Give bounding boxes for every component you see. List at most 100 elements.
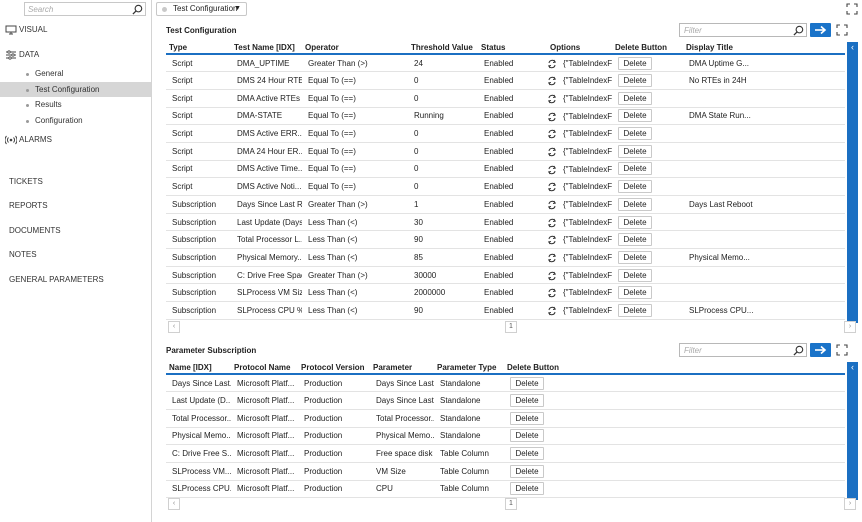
test-config-page-number[interactable]: 1	[505, 321, 517, 333]
table-row[interactable]: Script DMS Active Noti... Equal To (==) 0 En…	[166, 177, 845, 196]
refresh-icon[interactable]	[547, 218, 557, 228]
cell-options[interactable]: {"TableIndexFilt...	[547, 301, 612, 320]
cell-options[interactable]: {"TableIndexFilt...	[547, 195, 612, 214]
param-sub-scrollbar[interactable]: ‹	[847, 362, 858, 500]
refresh-icon[interactable]	[547, 182, 557, 192]
column-header-protocol-version[interactable]: Protocol Version	[298, 361, 370, 375]
refresh-icon[interactable]	[547, 94, 557, 104]
cell-options[interactable]: {"TableIndexFilt...	[547, 71, 612, 90]
search-icon[interactable]	[793, 25, 804, 36]
sidebar-subitem-general[interactable]: General	[0, 66, 151, 82]
table-row[interactable]: SubscriptionDays Since Last R...Greater …	[166, 195, 845, 214]
search-icon[interactable]	[132, 4, 143, 15]
test-config-filter-input[interactable]	[680, 24, 788, 36]
table-row[interactable]: Last Update (D... Microsoft Platf... Produ…	[166, 391, 845, 410]
refresh-icon[interactable]	[547, 306, 557, 316]
delete-button[interactable]: Delete	[618, 286, 652, 300]
cell-options[interactable]: {"TableIndexFilt...	[547, 89, 612, 108]
fullscreen-icon[interactable]	[846, 3, 858, 15]
column-header-operator[interactable]: Operator	[302, 41, 408, 55]
cell-options[interactable]: {"TableIndexFilt...	[547, 213, 612, 232]
sidebar-item-documents[interactable]: DOCUMENTS	[0, 219, 151, 243]
param-sub-page-number[interactable]: 1	[505, 498, 517, 510]
table-row[interactable]: Subscription Physical Memory... Less Than …	[166, 248, 845, 267]
delete-button[interactable]: Delete	[618, 91, 652, 105]
delete-button[interactable]: Delete	[510, 447, 544, 461]
table-row[interactable]: SLProcess CPU... Microsoft Platf... Produc…	[166, 480, 845, 499]
column-header-delete[interactable]: Delete Button	[504, 361, 845, 375]
sidebar-item-visual[interactable]: VISUAL	[0, 22, 151, 38]
test-config-filter[interactable]	[679, 23, 807, 37]
refresh-icon[interactable]	[547, 253, 557, 263]
delete-button[interactable]: Delete	[618, 250, 652, 264]
cell-options[interactable]: {"TableIndexFilt...	[547, 266, 612, 285]
sidebar-item-tickets[interactable]: TICKETS	[0, 170, 151, 194]
view-selector[interactable]: Test Configuration ▼	[156, 2, 247, 16]
table-row[interactable]: Subscription Last Update (Days) Less Than …	[166, 213, 845, 232]
delete-button[interactable]: Delete	[510, 429, 544, 443]
column-header-parameter-type[interactable]: Parameter Type	[434, 361, 504, 375]
param-sub-go-button[interactable]	[810, 343, 831, 357]
test-config-scroll-left[interactable]: ‹	[168, 321, 180, 333]
sidebar-subitem-results[interactable]: Results	[0, 97, 151, 113]
table-row[interactable]: Days Since Last... Microsoft Platf... Prod…	[166, 374, 845, 393]
table-row[interactable]: Physical Memo... Microsoft Platf... Produc…	[166, 427, 845, 446]
column-header-type[interactable]: Type	[166, 41, 231, 55]
expand-icon[interactable]	[836, 24, 848, 36]
column-header-parameter[interactable]: Parameter	[370, 361, 434, 375]
delete-button[interactable]: Delete	[618, 215, 652, 229]
column-header-name[interactable]: Name [IDX]	[166, 361, 231, 375]
delete-button[interactable]: Delete	[618, 127, 652, 141]
test-config-scroll-right[interactable]: ›	[844, 321, 856, 333]
delete-button[interactable]: Delete	[618, 162, 652, 176]
table-row[interactable]: SubscriptionC: Drive Free SpaceGreater T…	[166, 266, 845, 285]
column-header-test-name[interactable]: Test Name [IDX]	[231, 41, 302, 55]
table-row[interactable]: SubscriptionSLProcess CPU %...Less Than …	[166, 301, 845, 320]
cell-options[interactable]: {"TableIndexFilt...	[547, 230, 612, 250]
table-row[interactable]: SubscriptionSLProcess VM Siz...Less Than…	[166, 283, 845, 303]
sidebar-item-data[interactable]: DATA	[0, 47, 151, 63]
delete-button[interactable]: Delete	[510, 376, 544, 390]
table-row[interactable]: Script DMA-STATE Equal To (==) Running Enabl…	[166, 107, 845, 126]
table-row[interactable]: Script DMS 24 Hour RTEs Equal To (==) 0 Enab…	[166, 71, 845, 90]
cell-options[interactable]: {"TableIndexFilt...	[547, 177, 612, 196]
table-row[interactable]: Script DMA_UPTIME Greater Than (>) 24 Enable…	[166, 54, 845, 73]
table-row[interactable]: Subscription Total Processor L... Less Tha…	[166, 230, 845, 250]
cell-options[interactable]: {"TableIndexFilt...	[547, 142, 612, 161]
cell-options[interactable]: {"TableIndexFilt...	[547, 160, 612, 179]
column-header-threshold[interactable]: Threshold Value	[408, 41, 478, 55]
expand-icon[interactable]	[836, 344, 848, 356]
sidebar-item-alarms[interactable]: ALARMS	[0, 132, 151, 148]
table-row[interactable]: Script DMS Active ERR... Equal To (==) 0 Ena…	[166, 124, 845, 143]
chevron-left-icon[interactable]: ‹	[847, 362, 858, 372]
sidebar-item-notes[interactable]: NOTES	[0, 243, 151, 267]
cell-options[interactable]: {"TableIndexFilt...	[547, 283, 612, 303]
delete-button[interactable]: Delete	[618, 268, 652, 282]
sidebar-subitem-test-configuration[interactable]: Test Configuration	[0, 81, 151, 97]
cell-options[interactable]: {"TableIndexFilt...	[547, 54, 612, 73]
delete-button[interactable]: Delete	[618, 144, 652, 158]
table-row[interactable]: Script DMS Active Time... Equal To (==) 0 En…	[166, 160, 845, 179]
delete-button[interactable]: Delete	[618, 74, 652, 88]
refresh-icon[interactable]	[547, 59, 557, 69]
refresh-icon[interactable]	[547, 235, 557, 245]
param-sub-scroll-right[interactable]: ›	[844, 498, 856, 510]
delete-button[interactable]: Delete	[618, 109, 652, 123]
table-row[interactable]: Script DMA Active RTEs Equal To (==) 0 Enabl…	[166, 89, 845, 108]
delete-button[interactable]: Delete	[618, 197, 652, 211]
param-sub-filter-input[interactable]	[680, 344, 788, 356]
delete-button[interactable]: Delete	[618, 180, 652, 194]
table-row[interactable]: Total Processor... Microsoft Platf... Prod…	[166, 409, 845, 428]
column-header-status[interactable]: Status	[478, 41, 547, 55]
table-row[interactable]: Script DMA 24 Hour ER... Equal To (==) 0 Ena…	[166, 142, 845, 161]
delete-button[interactable]: Delete	[618, 56, 652, 70]
column-header-display-title[interactable]: Display Title	[683, 41, 845, 55]
param-sub-filter[interactable]	[679, 343, 807, 357]
delete-button[interactable]: Delete	[510, 394, 544, 408]
delete-button[interactable]: Delete	[618, 233, 652, 247]
refresh-icon[interactable]	[547, 288, 557, 298]
column-header-protocol-name[interactable]: Protocol Name	[231, 361, 298, 375]
column-header-delete[interactable]: Delete Button	[612, 41, 683, 55]
table-row[interactable]: C: Drive Free S... Microsoft Platf... Prod…	[166, 444, 845, 463]
refresh-icon[interactable]	[547, 165, 557, 175]
